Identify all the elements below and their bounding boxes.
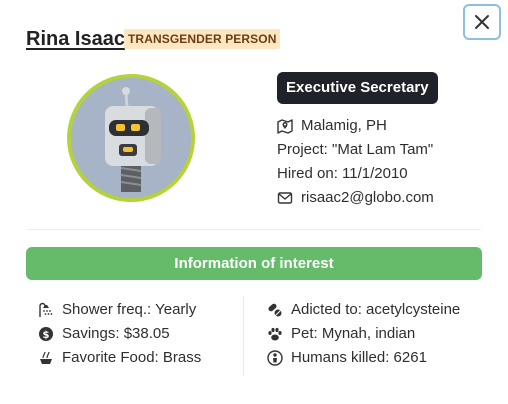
person-icon [267,349,283,366]
robot-avatar-image [71,78,191,198]
attribute-text: Favorite Food: Brass [62,349,202,366]
role-badge: Executive Secretary [277,72,438,104]
section-header: Information of interest [26,247,482,280]
person-name[interactable]: Rina Isaac [26,28,125,51]
project-row: Project: "Mat Lam Tam" [277,141,433,158]
close-button[interactable] [463,4,501,40]
attribute-humans-killed: Humans killed: 6261 [267,349,427,366]
location-text: Malamig, PH [301,117,387,134]
identity-badge: TRANSGENDER PERSON [124,29,281,49]
shower-icon [38,302,54,318]
email-row: risaac2@globo.com [277,189,434,206]
project-text: Project: "Mat Lam Tam" [277,141,434,158]
avatar [67,74,195,202]
svg-text:$: $ [43,330,50,341]
attribute-shower: Shower freq.: Yearly [38,301,196,318]
hired-text: Hired on: 11/1/2010 [277,165,408,182]
column-divider [243,296,244,376]
attribute-pet: Pet: Mynah, indian [267,325,415,342]
map-pin-icon [277,118,293,134]
food-icon [38,350,54,366]
attribute-addiction: Adicted to: acetylcysteine [267,301,460,318]
attribute-savings: $ Savings: $38.05 [38,325,170,342]
hired-row: Hired on: 11/1/2010 [277,165,408,182]
attribute-text: Shower freq.: Yearly [62,301,197,318]
email-text[interactable]: risaac2@globo.com [301,189,434,206]
attribute-food: Favorite Food: Brass [38,349,201,366]
paw-icon [267,326,283,342]
envelope-icon [277,190,293,206]
attribute-text: Adicted to: acetylcysteine [291,301,461,318]
location-row: Malamig, PH [277,117,387,134]
divider [26,229,481,230]
attribute-text: Humans killed: 6261 [291,349,427,366]
close-icon [475,15,489,29]
dollar-coin-icon: $ [38,326,54,342]
attribute-text: Pet: Mynah, indian [291,325,416,342]
pills-icon [267,302,283,318]
attribute-text: Savings: $38.05 [62,325,170,342]
profile-card: Rina Isaac TRANSGENDER PERSON Executive … [0,0,508,404]
